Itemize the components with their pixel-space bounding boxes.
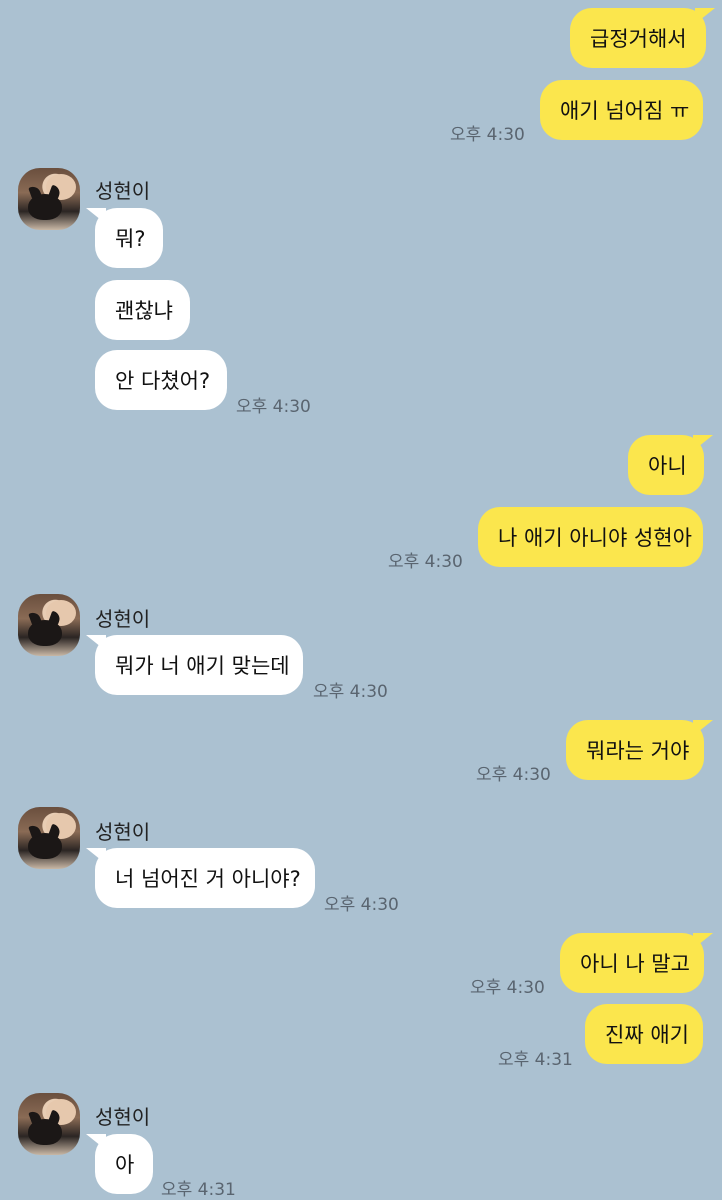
message-timestamp: 오후 4:30 <box>476 765 551 785</box>
message-text: 아니 나 말고 <box>580 952 690 976</box>
message-bubble-outgoing[interactable]: 애기 넘어짐 ㅠ <box>540 80 703 140</box>
contact-avatar[interactable] <box>18 594 80 656</box>
contact-name: 성현이 <box>95 820 151 844</box>
contact-name: 성현이 <box>95 179 151 203</box>
message-bubble-outgoing[interactable]: 급정거해서 <box>570 8 715 68</box>
message-timestamp: 오후 4:31 <box>498 1050 573 1070</box>
contact-name: 성현이 <box>95 1105 151 1129</box>
avatar-dog-shape <box>28 194 62 220</box>
message-bubble-incoming[interactable]: 뭐가 너 애기 맞는데 <box>86 635 303 695</box>
message-timestamp: 오후 4:30 <box>470 978 545 998</box>
message-timestamp: 오후 4:31 <box>161 1180 236 1200</box>
message-timestamp: 오후 4:30 <box>450 125 525 145</box>
avatar-dog-shape <box>28 620 62 646</box>
message-bubble-incoming[interactable]: 뭐? <box>86 208 163 268</box>
message-text: 아 <box>115 1153 135 1177</box>
message-bubble-outgoing[interactable]: 아니 <box>628 435 713 495</box>
message-text: 안 다쳤어? <box>115 369 211 393</box>
contact-avatar[interactable] <box>18 168 80 230</box>
avatar-dog-shape <box>28 1119 62 1145</box>
message-text: 뭐라는 거야 <box>586 739 690 763</box>
message-text: 괜찮냐 <box>115 299 173 323</box>
message-text: 뭐? <box>115 227 146 251</box>
contact-avatar[interactable] <box>18 807 80 869</box>
message-text: 애기 넘어짐 ㅠ <box>560 99 690 123</box>
message-bubble-outgoing[interactable]: 뭐라는 거야 <box>566 720 713 780</box>
message-timestamp: 오후 4:30 <box>324 895 399 915</box>
message-timestamp: 오후 4:30 <box>313 682 388 702</box>
message-bubble-incoming[interactable]: 아 <box>86 1134 153 1194</box>
message-text: 너 넘어진 거 아니야? <box>115 867 301 891</box>
message-text: 급정거해서 <box>590 27 687 51</box>
contact-name: 성현이 <box>95 607 151 631</box>
message-timestamp: 오후 4:30 <box>388 552 463 572</box>
message-bubble-incoming[interactable]: 너 넘어진 거 아니야? <box>86 848 315 908</box>
message-timestamp: 오후 4:30 <box>236 397 311 417</box>
message-text: 아니 <box>648 454 687 478</box>
message-text: 뭐가 너 애기 맞는데 <box>115 654 290 678</box>
contact-avatar[interactable] <box>18 1093 80 1155</box>
message-text: 나 애기 아니야 성현아 <box>498 526 692 550</box>
message-bubble-incoming[interactable]: 괜찮냐 <box>95 280 190 340</box>
avatar-dog-shape <box>28 833 62 859</box>
message-text: 진짜 애기 <box>605 1023 689 1047</box>
message-bubble-outgoing[interactable]: 나 애기 아니야 성현아 <box>478 507 703 567</box>
message-bubble-outgoing[interactable]: 진짜 애기 <box>585 1004 703 1064</box>
message-bubble-outgoing[interactable]: 아니 나 말고 <box>560 933 713 993</box>
message-bubble-incoming[interactable]: 안 다쳤어? <box>95 350 227 410</box>
